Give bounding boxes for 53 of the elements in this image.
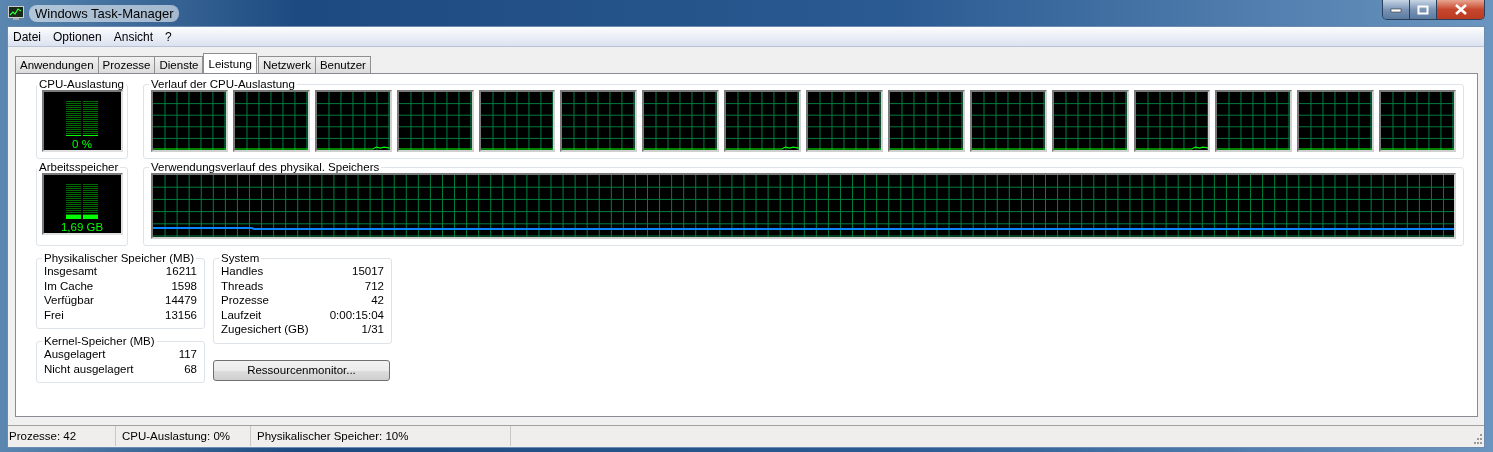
stat-value: 712 <box>364 278 384 293</box>
stat-label: Nicht ausgelagert <box>44 361 134 376</box>
close-button[interactable] <box>1437 0 1484 19</box>
stat-value: 0:00:15:04 <box>329 307 384 322</box>
tab[interactable]: Prozesse <box>97 56 156 73</box>
tab[interactable]: Benutzer <box>314 56 371 73</box>
stat-label: Frei <box>44 307 64 322</box>
status-text: Physikalischer Speicher: 10% <box>251 426 511 446</box>
stat-value: 13156 <box>165 307 197 322</box>
menu-item[interactable]: Datei <box>8 29 48 44</box>
stat-value: 1598 <box>171 278 197 293</box>
group-title: CPU-Auslastung <box>38 78 125 90</box>
app-icon <box>8 6 24 20</box>
stat-label: Ausgelagert <box>44 347 106 362</box>
tab[interactable]: Dienste <box>154 56 204 73</box>
stat-label: Threads <box>221 278 264 293</box>
stat-value: 117 <box>178 347 197 362</box>
stat-label: Zugesichert (GB) <box>221 322 309 337</box>
stat-value: 14479 <box>165 293 197 308</box>
stat-label: Im Cache <box>44 278 94 293</box>
meter-reading: 1,69 GB <box>60 221 104 233</box>
minimize-icon <box>1390 6 1402 13</box>
minimize-button[interactable] <box>1383 0 1410 19</box>
maximize-button[interactable] <box>1410 0 1437 19</box>
stat-value: 16211 <box>165 264 197 279</box>
group-title: Verwendungsverlauf des physikal. Speichers <box>150 161 381 173</box>
menu-item[interactable]: ? <box>160 29 179 44</box>
stat-value: 42 <box>371 293 384 308</box>
group-title: Arbeitsspeicher <box>38 161 120 173</box>
menu-item[interactable]: Optionen <box>48 29 109 44</box>
group-title: Physikalischer Speicher (MB) <box>43 252 196 264</box>
stat-value: 1/31 <box>361 322 384 337</box>
stat-label: Handles <box>221 264 264 279</box>
resource-monitor-button[interactable]: Ressourcenmonitor... <box>213 359 390 381</box>
stat-value: 15017 <box>352 264 384 279</box>
status-text: Prozesse: 42 <box>8 426 116 446</box>
tab[interactable]: Anwendungen <box>15 56 99 73</box>
stat-label: Laufzeit <box>221 307 262 322</box>
meter-reading: 0 % <box>72 138 92 150</box>
close-icon <box>1453 4 1468 15</box>
tab[interactable]: Netzwerk <box>257 56 316 73</box>
maximize-icon <box>1417 4 1429 15</box>
tab[interactable]: Leistung <box>203 53 257 73</box>
stat-label: Insgesamt <box>44 264 98 279</box>
status-text: CPU-Auslastung: 0% <box>116 426 251 446</box>
menu-item[interactable]: Ansicht <box>108 29 161 44</box>
stat-value: 68 <box>184 361 197 376</box>
group-title: System <box>220 252 261 264</box>
group-title: Kernel-Speicher (MB) <box>43 335 156 347</box>
stat-label: Verfügbar <box>44 293 94 308</box>
window-title: Windows Task-Manager <box>29 4 180 22</box>
stat-label: Prozesse <box>221 293 269 308</box>
group-title: Verlauf der CPU-Auslastung <box>150 78 296 90</box>
